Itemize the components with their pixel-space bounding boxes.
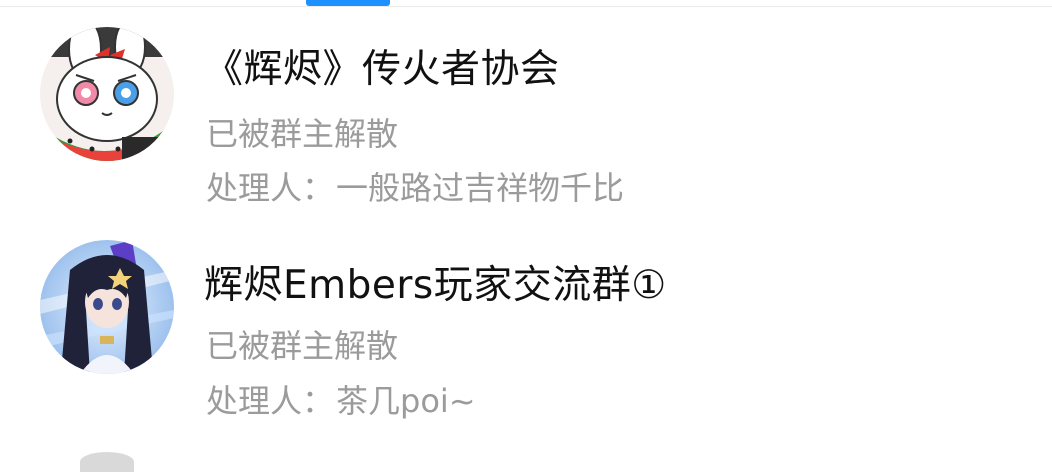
anime-girl-dark-hair-avatar-icon	[40, 240, 174, 374]
group-name: 《辉烬》传火者协会	[204, 47, 560, 92]
handler-line: 处理人：一般路过吉祥物千比	[206, 163, 624, 209]
group-list-item[interactable]: 《辉烬》传火者协会 已被群主解散 处理人：一般路过吉祥物千比	[0, 0, 1052, 207]
group-avatar	[40, 240, 174, 374]
handler-name: 一般路过吉祥物千比	[336, 169, 625, 207]
next-item-avatar	[80, 452, 134, 472]
handler-name: 茶几poi~	[336, 382, 476, 420]
handler-label: 处理人：	[206, 169, 335, 207]
handler-label: 处理人：	[206, 382, 335, 420]
group-status: 已被群主解散	[206, 115, 399, 153]
group-status: 已被群主解散	[206, 327, 399, 365]
group-list-item[interactable]: 辉烬Embers玩家交流群① 已被群主解散 处理人：茶几poi~	[0, 232, 1052, 432]
white-rabbit-with-watermelon-avatar-icon	[40, 27, 174, 161]
group-avatar	[40, 27, 174, 161]
group-name: 辉烬Embers玩家交流群①	[204, 263, 667, 308]
handler-line: 处理人：茶几poi~	[206, 376, 476, 422]
